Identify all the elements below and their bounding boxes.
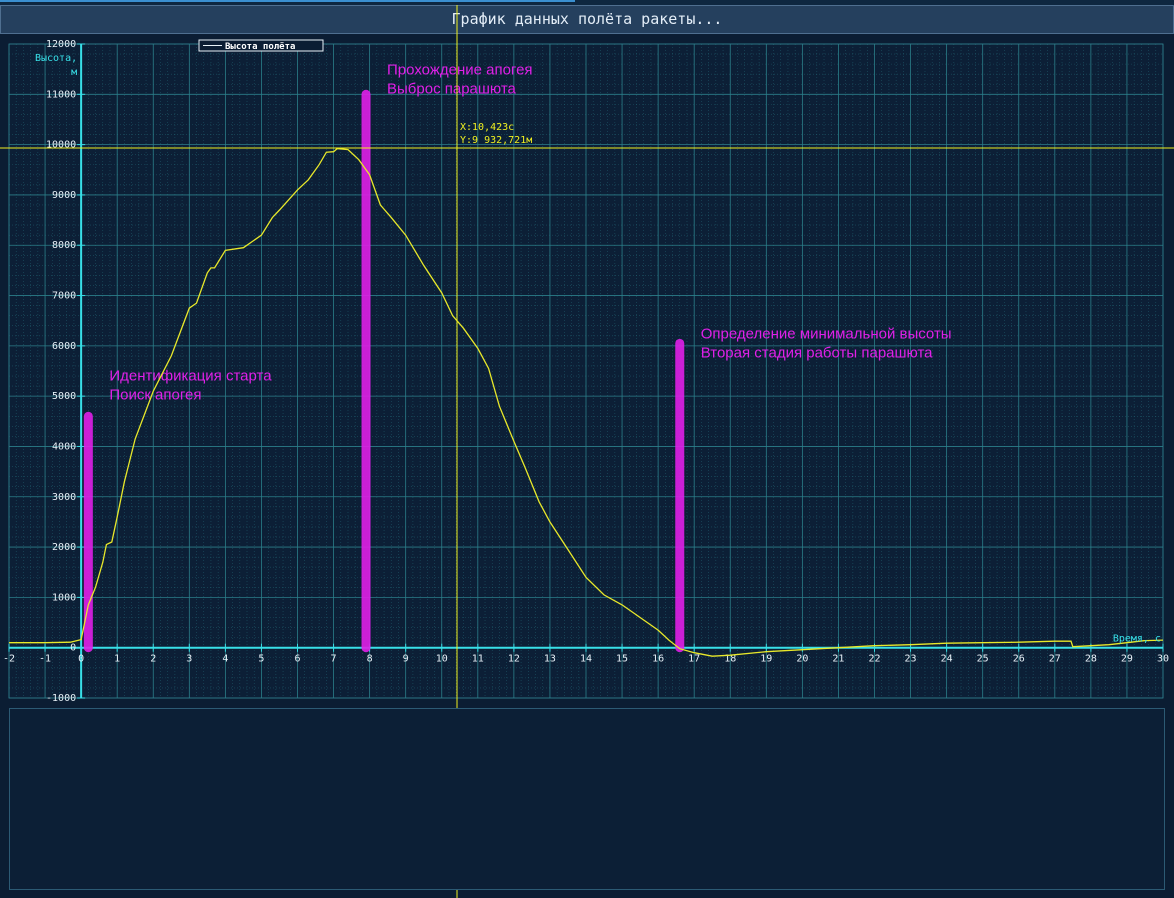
event-marker-label: Поиск апогея bbox=[109, 386, 201, 403]
x-tick-label: 22 bbox=[868, 654, 880, 665]
event-marker-label: Выброс парашюта bbox=[387, 80, 517, 97]
event-marker-label: Прохождение апогея bbox=[387, 61, 533, 78]
x-tick-label: 12 bbox=[508, 654, 520, 665]
x-tick-label: 6 bbox=[294, 654, 300, 665]
x-tick-label: 23 bbox=[905, 654, 917, 665]
x-tick-label: 27 bbox=[1049, 654, 1061, 665]
x-tick-label: 5 bbox=[258, 654, 264, 665]
y-tick-label: 0 bbox=[70, 643, 76, 654]
x-tick-label: 11 bbox=[472, 654, 484, 665]
y-tick-label: 8000 bbox=[52, 240, 76, 251]
y-axis-label-line2: м bbox=[71, 67, 77, 78]
cursor-x-readout: X:10,423с bbox=[460, 122, 514, 133]
x-tick-label: 13 bbox=[544, 654, 556, 665]
x-tick-label: 26 bbox=[1013, 654, 1025, 665]
y-tick-label: 7000 bbox=[52, 291, 76, 302]
x-tick-label: 15 bbox=[616, 654, 628, 665]
y-tick-label: 9000 bbox=[52, 190, 76, 201]
x-tick-label: 3 bbox=[186, 654, 192, 665]
x-tick-label: 20 bbox=[796, 654, 808, 665]
y-tick-label: 3000 bbox=[52, 492, 76, 503]
x-tick-label: 28 bbox=[1085, 654, 1097, 665]
x-tick-label: -2 bbox=[3, 654, 15, 665]
x-tick-label: 30 bbox=[1157, 654, 1169, 665]
x-tick-label: 29 bbox=[1121, 654, 1133, 665]
y-tick-label: 10000 bbox=[46, 140, 76, 151]
x-tick-label: 7 bbox=[331, 654, 337, 665]
x-tick-label: 0 bbox=[78, 654, 84, 665]
x-tick-label: 19 bbox=[760, 654, 772, 665]
x-tick-label: 24 bbox=[941, 654, 953, 665]
event-marker-label: Определение минимальной высоты bbox=[701, 325, 952, 342]
x-tick-label: 8 bbox=[367, 654, 373, 665]
x-axis-label: Время, с bbox=[1113, 634, 1161, 645]
y-tick-label: 12000 bbox=[46, 39, 76, 50]
y-tick-label: -1000 bbox=[46, 693, 76, 704]
x-tick-label: 1 bbox=[114, 654, 120, 665]
bottom-panel bbox=[9, 708, 1165, 890]
event-marker-label: Идентификация старта bbox=[109, 367, 272, 384]
legend: Высота полёта bbox=[198, 39, 324, 52]
x-tick-label: 16 bbox=[652, 654, 664, 665]
x-tick-label: 14 bbox=[580, 654, 592, 665]
y-tick-label: 4000 bbox=[52, 441, 76, 452]
x-tick-label: 2 bbox=[150, 654, 156, 665]
x-tick-label: -1 bbox=[39, 654, 51, 665]
y-tick-label: 2000 bbox=[52, 542, 76, 553]
y-tick-label: 6000 bbox=[52, 341, 76, 352]
y-axis-label-line1: Высота, bbox=[35, 53, 77, 64]
y-tick-label: 11000 bbox=[46, 89, 76, 100]
x-tick-label: 17 bbox=[688, 654, 700, 665]
x-tick-label: 9 bbox=[403, 654, 409, 665]
cursor-y-readout: Y:9 932,721м bbox=[460, 135, 532, 146]
x-tick-label: 10 bbox=[436, 654, 448, 665]
event-marker-label: Вторая стадия работы парашюта bbox=[701, 344, 933, 361]
x-tick-label: 25 bbox=[977, 654, 989, 665]
y-tick-label: 1000 bbox=[52, 592, 76, 603]
x-tick-label: 21 bbox=[832, 654, 844, 665]
x-tick-label: 4 bbox=[222, 654, 228, 665]
y-tick-label: 5000 bbox=[52, 391, 76, 402]
legend-label: Высота полёта bbox=[225, 42, 295, 52]
